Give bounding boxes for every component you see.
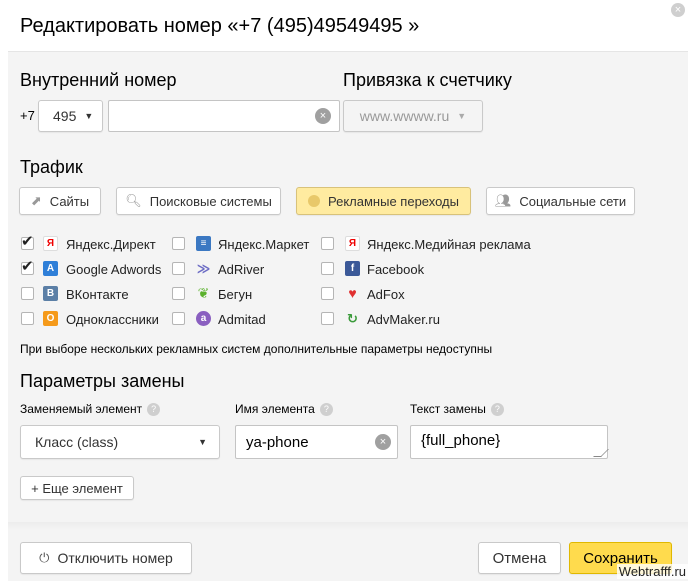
- checkbox-adfox[interactable]: [321, 287, 334, 300]
- ad-label-google-adwords: Google Adwords: [66, 262, 162, 277]
- counter-site-value: www.wwww.ru: [359, 108, 450, 124]
- facebook-icon: f: [345, 261, 360, 276]
- ad-label-yandex-media: Яндекс.Медийная реклама: [367, 237, 531, 252]
- checkbox-yandex-market[interactable]: [172, 237, 185, 250]
- checkbox-yandex-media[interactable]: [321, 237, 334, 250]
- disable-number-button[interactable]: ⏻ Отключить номер: [20, 542, 192, 574]
- adfox-icon: ♥: [348, 285, 357, 301]
- traffic-search-button[interactable]: 🔍︎ Поисковые системы: [116, 187, 281, 215]
- ad-label-odnoklassniki: Одноклассники: [66, 312, 159, 327]
- replacement-text-label: Текст замены?: [410, 402, 504, 416]
- traffic-button-label: Социальные сети: [519, 193, 627, 209]
- watermark: Webtrafff.ru: [616, 564, 688, 579]
- advmaker-icon: ↻: [347, 311, 358, 326]
- dialog-header: Редактировать номер «+7 (495)49549495 » …: [8, 0, 688, 52]
- close-icon[interactable]: ×: [671, 3, 685, 17]
- coin-icon: [308, 195, 321, 207]
- ad-label-adriver: AdRiver: [218, 262, 265, 277]
- internal-number-heading: Внутренний номер: [20, 70, 177, 90]
- checkbox-yandex-direct[interactable]: [21, 232, 34, 250]
- yandex-media-icon: Я: [345, 236, 360, 251]
- traffic-button-label: Поисковые системы: [149, 193, 272, 209]
- help-icon[interactable]: ?: [147, 403, 161, 416]
- yandex-icon: Я: [43, 236, 58, 251]
- area-code-value: 495: [53, 108, 77, 124]
- ad-label-adfox: AdFox: [367, 287, 405, 302]
- replacement-text-label-text: Текст замены: [410, 402, 486, 416]
- ad-label-yandex-direct: Яндекс.Директ: [66, 237, 156, 252]
- ad-label-begun: Бегун: [218, 287, 253, 302]
- replacement-heading: Параметры замены: [20, 371, 185, 391]
- traffic-heading: Трафик: [20, 157, 83, 177]
- begun-icon: ❦: [197, 285, 210, 301]
- checkbox-vkontakte[interactable]: [21, 287, 34, 300]
- footer-divider: [8, 522, 688, 530]
- traffic-button-label: Сайты: [49, 193, 90, 209]
- ad-systems-note: При выборе нескольких рекламных систем д…: [20, 342, 493, 356]
- chevron-down-icon: ▼: [198, 437, 207, 447]
- checkbox-advmaker[interactable]: [321, 312, 334, 325]
- phone-number-input[interactable]: [108, 100, 340, 132]
- country-code: +7: [20, 108, 35, 123]
- arrow-icon: ⬈: [30, 193, 42, 208]
- yandex-market-icon: ≡: [196, 236, 211, 251]
- checkbox-begun[interactable]: [172, 287, 185, 300]
- ad-label-vkontakte: ВКонтакте: [66, 287, 129, 302]
- cancel-button[interactable]: Отмена: [478, 542, 561, 574]
- checkbox-odnoklassniki[interactable]: [21, 312, 34, 325]
- replaced-element-select[interactable]: Класс (class) ▼: [20, 425, 220, 459]
- replaced-element-label: Заменяемый элемент?: [20, 402, 161, 416]
- help-icon[interactable]: ?: [490, 403, 504, 416]
- checkbox-google-adwords[interactable]: [21, 257, 34, 275]
- checkbox-adriver[interactable]: [172, 262, 185, 275]
- traffic-button-label: Рекламные переходы: [328, 193, 459, 209]
- element-name-input[interactable]: ya-phone: [235, 425, 398, 459]
- traffic-sites-button[interactable]: ⬈ Сайты: [19, 187, 101, 215]
- counter-site-select[interactable]: www.wwww.ru ▼: [343, 100, 483, 132]
- element-name-label: Имя элемента?: [235, 402, 333, 416]
- replaced-element-value: Класс (class): [35, 434, 119, 450]
- clear-element-name-icon[interactable]: ×: [375, 434, 391, 450]
- ad-label-admitad: Admitad: [218, 312, 266, 327]
- area-code-select[interactable]: 495 ▼: [38, 100, 103, 132]
- edit-number-dialog: Редактировать номер «+7 (495)49549495 » …: [8, 0, 688, 581]
- odnoklassniki-icon: О: [43, 311, 58, 326]
- power-icon: ⏻: [39, 550, 50, 565]
- traffic-ads-button[interactable]: Рекламные переходы: [296, 187, 471, 215]
- chevron-down-icon: ▼: [457, 111, 467, 121]
- replacement-text-input[interactable]: {full_phone}: [410, 425, 608, 459]
- search-icon: 🔍︎: [125, 193, 142, 208]
- dialog-title: Редактировать номер «+7 (495)49549495 »: [20, 15, 420, 37]
- adriver-icon: ≫: [196, 261, 211, 276]
- checkbox-admitad[interactable]: [172, 312, 185, 325]
- clear-number-icon[interactable]: ×: [315, 108, 331, 124]
- google-adwords-icon: A: [43, 261, 58, 276]
- help-icon[interactable]: ?: [319, 403, 333, 416]
- people-icon: 👥︎: [494, 193, 512, 208]
- chevron-down-icon: ▼: [84, 111, 94, 121]
- disable-number-label: Отключить номер: [57, 550, 173, 566]
- admitad-icon: a: [196, 311, 211, 326]
- checkbox-facebook[interactable]: [321, 262, 334, 275]
- add-element-button[interactable]: + Еще элемент: [20, 476, 134, 500]
- replaced-element-label-text: Заменяемый элемент: [20, 402, 143, 416]
- ad-label-yandex-market: Яндекс.Маркет: [218, 237, 310, 252]
- ad-label-facebook: Facebook: [367, 262, 425, 277]
- vk-icon: B: [43, 286, 58, 301]
- traffic-social-button[interactable]: 👥︎ Социальные сети: [486, 187, 635, 215]
- ad-label-advmaker: AdvMaker.ru: [367, 312, 440, 327]
- element-name-label-text: Имя элемента: [235, 402, 315, 416]
- counter-binding-heading: Привязка к счетчику: [343, 70, 512, 90]
